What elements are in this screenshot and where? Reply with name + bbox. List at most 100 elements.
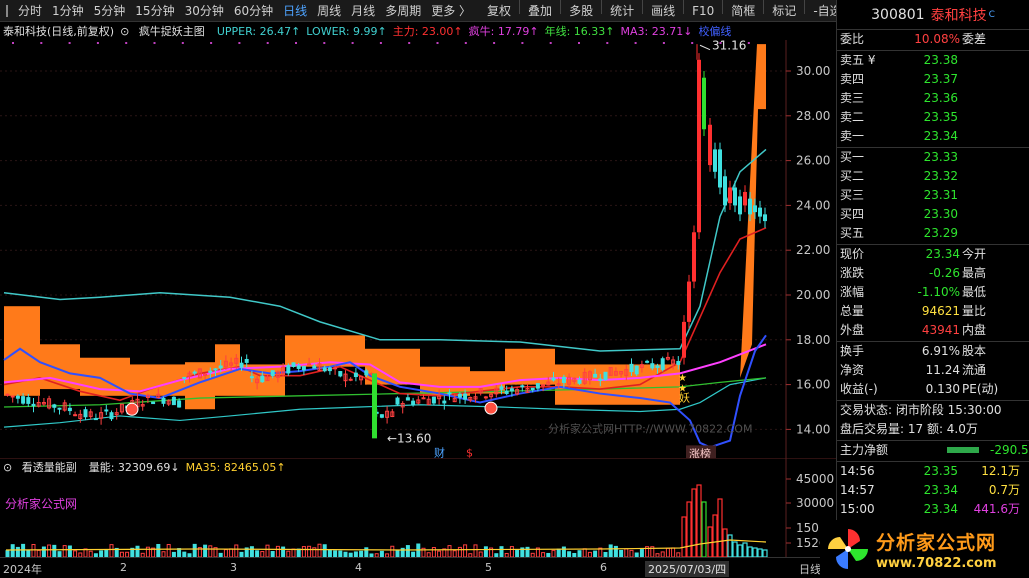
candle-body <box>718 149 722 188</box>
candle-body <box>411 400 416 406</box>
bid-price: 23.31 <box>923 188 958 202</box>
period-tab[interactable]: 更多 〉 <box>426 0 476 22</box>
volume-chart[interactable]: 45000300001501526分析家公式网 <box>0 458 836 557</box>
quote-row: 涨跌 -0.26 最高 <box>840 264 1029 283</box>
candle-body <box>270 370 275 377</box>
candle-body <box>629 363 634 373</box>
volume-bar <box>317 543 322 557</box>
bid-price: 23.30 <box>923 207 958 221</box>
quote-row: 涨幅 -1.10% 最低 <box>840 283 1029 302</box>
period-tab[interactable]: 月线 <box>346 0 380 22</box>
period-tab[interactable]: 1分钟 <box>47 0 89 22</box>
volume-bar <box>762 549 768 557</box>
bid-price: 23.29 <box>923 226 958 240</box>
candle-body <box>530 387 535 390</box>
panel-toggle-icon[interactable] <box>6 4 8 17</box>
stat-value: 11.24 <box>925 363 960 377</box>
ask-row: 卖四 23.37 <box>840 70 1029 89</box>
volume-bar <box>717 498 723 557</box>
tool-button[interactable]: 画线 <box>646 0 680 22</box>
tool-button[interactable]: 标记 <box>767 0 801 22</box>
tick-time: 14:56 <box>840 464 875 478</box>
ask-label: 卖三 <box>840 91 865 105</box>
quote-value: 43941 <box>921 323 960 337</box>
period-tab[interactable]: 多周期 <box>380 0 426 22</box>
stat-label: 净资 <box>840 363 865 377</box>
volume-bar <box>691 488 697 557</box>
marker-dot <box>210 42 213 44</box>
candle-body <box>291 362 296 368</box>
tick-row: 14:56 23.35 12.1万 <box>840 462 1029 481</box>
volume-label: 45000 <box>796 472 834 486</box>
volume-bar <box>671 547 676 557</box>
period-tab[interactable]: 30分钟 <box>180 0 229 22</box>
period-tab[interactable]: 周线 <box>312 0 346 22</box>
ask-price: 23.38 <box>923 53 958 67</box>
quote-label: 现价 <box>840 247 865 261</box>
ask-row: 卖一 23.34 <box>840 127 1029 146</box>
main-kline-chart[interactable]: 31.16←13.60财 $ 涨榜★★妖分析家公式网HTTP://WWW.70822… <box>0 40 836 458</box>
candle-body <box>660 358 665 370</box>
marker-dot <box>266 42 269 44</box>
volume-bar <box>561 546 566 557</box>
indicator-dropdown[interactable]: ⊙ 疯牛捉妖主图 <box>120 23 211 39</box>
volume-bar <box>629 549 634 557</box>
volume-bar <box>135 545 140 557</box>
tick-time: 14:57 <box>840 483 875 497</box>
zhuli-label: 主力净额 <box>840 443 889 457</box>
candle-body <box>421 397 426 400</box>
candle-body <box>249 376 254 379</box>
volume-bar <box>473 544 478 557</box>
candle-body <box>655 365 660 369</box>
volume-bar <box>431 547 436 557</box>
marker-dot <box>96 42 99 44</box>
candle-body <box>457 393 462 398</box>
after-row: 盘后交易量: 17 额: 4.0万 <box>840 420 1029 439</box>
period-tab[interactable]: 60分钟 <box>229 0 278 22</box>
stat-label: 收益(-) <box>840 382 878 396</box>
period-tab[interactable]: 分时 <box>13 0 47 22</box>
date-label: 6 <box>600 561 607 574</box>
tool-button[interactable]: 多股 <box>564 0 598 22</box>
toolbar-separator <box>804 0 806 14</box>
marker-dot <box>125 42 128 44</box>
volume-bar <box>322 544 327 557</box>
quote-panel: 300801 泰和科技 C 委比 10.08% 委差 卖五 ¥ 23.38 卖四 23.37… <box>836 0 1029 578</box>
signal-ball-icon <box>125 402 139 416</box>
period-tab[interactable]: 5分钟 <box>89 0 131 22</box>
period-tab[interactable]: 日线 <box>278 0 312 22</box>
bid-label: 买五 <box>840 226 865 240</box>
period-tab[interactable]: 15分钟 <box>130 0 179 22</box>
stat-label-right: 股本 <box>962 344 987 358</box>
tool-button[interactable]: 简框 <box>726 0 760 22</box>
volume-bar <box>21 543 26 557</box>
weibi-value: 10.08% <box>914 32 960 46</box>
quote-row: 现价 23.34 今开 <box>840 245 1029 264</box>
candle-body <box>151 401 156 405</box>
tool-button[interactable]: 统计 <box>605 0 639 22</box>
tool-button[interactable]: F10 <box>687 0 719 22</box>
zhuli-row: 主力净额 -290.5 <box>840 441 1029 460</box>
volume-bar <box>166 544 171 557</box>
marker-dot <box>634 42 637 44</box>
tool-button[interactable]: 复权 <box>482 0 516 22</box>
candle-body <box>286 365 291 374</box>
ask-row: 卖五 ¥ 23.38 <box>840 51 1029 70</box>
volume-bar <box>463 544 468 557</box>
volume-bar <box>223 549 228 557</box>
quote-label: 外盘 <box>840 323 865 337</box>
tool-button[interactable]: 叠加 <box>523 0 557 22</box>
marker-dot <box>68 42 71 44</box>
candle-body <box>5 393 10 396</box>
candle-body <box>395 397 400 405</box>
marker-dot <box>408 42 411 44</box>
quote-value: 94621 <box>921 304 960 318</box>
volume-label: 30000 <box>796 496 834 510</box>
period-toolbar: 分时 1分钟 5分钟 15分钟 30分钟 60分钟 日线 周线 月线 多周期 更多 〉 复权 叠加 多股… <box>0 0 883 22</box>
volume-bar <box>10 544 15 557</box>
candle-body <box>743 191 747 206</box>
volume-bar <box>208 545 213 557</box>
bid-label: 买四 <box>840 207 865 221</box>
volume-bar <box>457 546 462 557</box>
quote-value: -1.10% <box>917 285 960 299</box>
